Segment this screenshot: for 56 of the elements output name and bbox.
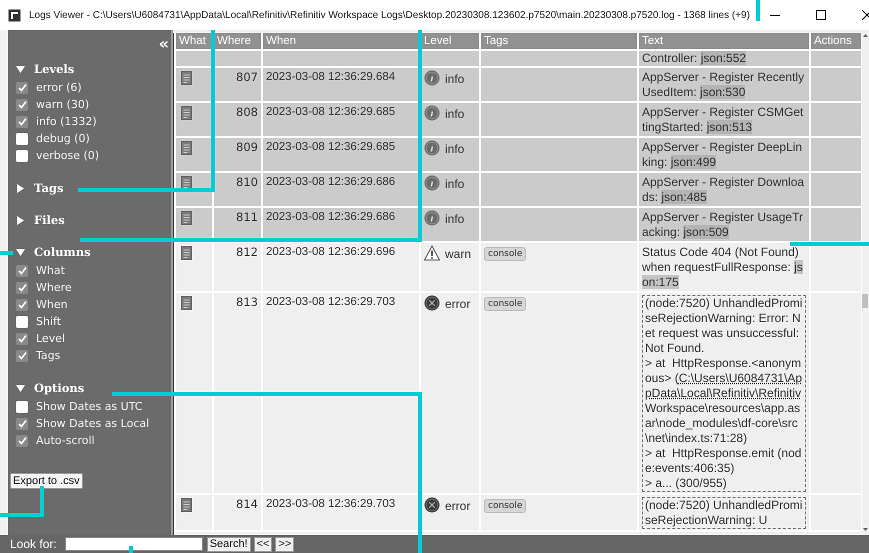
window-title: Logs Viewer - C:\Users\U6084731\AppData\Local\Refinitiv\Refinitiv Workspace Logs\Desktop.20230308.123602.p7520\main.20230308.p7520.log - 1368 lines (+9) [29,10,750,20]
log-row[interactable]: 810 2023-03-08 12:36:29.686 info AppServer - Register Downloads: json:485 [175,172,862,207]
level-label: info [445,72,464,86]
search-button[interactable]: Search! [206,536,251,552]
log-row[interactable]: 807 2023-03-08 12:36:29.684 info AppServer - Register RecentlyUsedItem: json:530 [175,67,862,102]
tag[interactable]: console [484,499,526,513]
export-button[interactable]: Export to .csv [10,473,83,489]
checkbox-label: When [36,298,68,311]
checkbox-label: Shift [36,315,62,328]
checkbox-label: info (1332) [36,115,97,128]
message-text: Controller: json:552 [642,51,748,66]
log-row[interactable]: Controller: json:552 [175,50,862,67]
search-button[interactable]: << [254,536,272,552]
checkbox-label: Show Dates as UTC [36,400,142,413]
level-label: info [445,177,464,191]
level-label: error [445,297,470,311]
message-text: AppServer - Register UsageTracking: json:509 [642,210,804,240]
message-text: AppServer - Register Downloads: json:485 [642,175,806,205]
table-cell: 813 [213,292,262,494]
search-button[interactable]: >> [275,536,294,552]
checkbox-label: Level [36,332,66,345]
log-row[interactable]: 809 2023-03-08 12:36:29.685 info AppServer - Register DeepLinking: json:499 [175,137,862,172]
table-cell: 814 [213,494,262,531]
checkbox-label: debug (0) [36,132,90,145]
level-label: warn [445,247,472,261]
section-header[interactable]: Files [34,213,65,227]
tag[interactable]: console [484,247,526,261]
collapse-sidebar-icon[interactable]: « [158,36,169,61]
level-label: error [445,499,470,513]
checkbox-label: Auto-scroll [36,434,95,447]
log-row[interactable]: 808 2023-03-08 12:36:29.685 info AppServer - Register CSMGettingStarted: json:513 [175,102,862,137]
log-row[interactable]: 812 2023-03-08 12:36:29.696 warn console Status Code 404 (Not Found) when requestFullResponse: json:175 [175,242,862,292]
level-label: info [445,142,464,156]
message-text: (node:7520) UnhandledPromiseRejectionWarning: Error: Net request was unsuccessful: Not Found. > at HttpResponse.<anonymous> (C:\Users\U6084731\AppData\Local\Refinitiv\Refinitiv Workspace\resources\app.asar\node_modules\df-core\src\net\index.ts:71:28) > at HttpResponse.emit (node:events:406:35) > a... (300/955) [642,295,806,492]
message-text: AppServer - Register DeepLinking: json:499 [642,140,804,170]
log-row[interactable]: 814 2023-03-08 12:36:29.703 error console (node:7520) UnhandledPromiseRejectionWarning: U [175,494,862,531]
message-text: AppServer - Register RecentlyUsedItem: json:530 [642,70,806,100]
message-text: (node:7520) UnhandledPromiseRejectionWarning: U [642,497,806,529]
checkbox-label: error (6) [36,81,82,94]
checkbox-label: verbose (0) [36,149,100,162]
message-text: Status Code 404 (Not Found) when requestFullResponse: json:175 [642,245,804,290]
section-header[interactable]: Levels [34,62,74,76]
section-header[interactable]: Tags [34,181,64,195]
section-header[interactable]: Columns [34,245,91,259]
message-text: AppServer - Register CSMGettingStarted: json:513 [642,105,804,135]
checkbox-label: Show Dates as Local [36,417,150,430]
level-label: info [445,107,464,121]
tag[interactable]: console [484,297,526,311]
checkbox-label: What [36,264,65,277]
section-header[interactable]: Options [34,381,84,395]
search-label: Look for: [10,537,57,551]
checkbox-label: warn (30) [36,98,90,111]
log-row[interactable]: 811 2023-03-08 12:36:29.686 info AppServer - Register UsageTracking: json:509 [175,207,862,242]
level-label: info [445,212,464,226]
checkbox-label: Where [36,281,72,294]
checkbox-label: Tags [36,349,60,362]
